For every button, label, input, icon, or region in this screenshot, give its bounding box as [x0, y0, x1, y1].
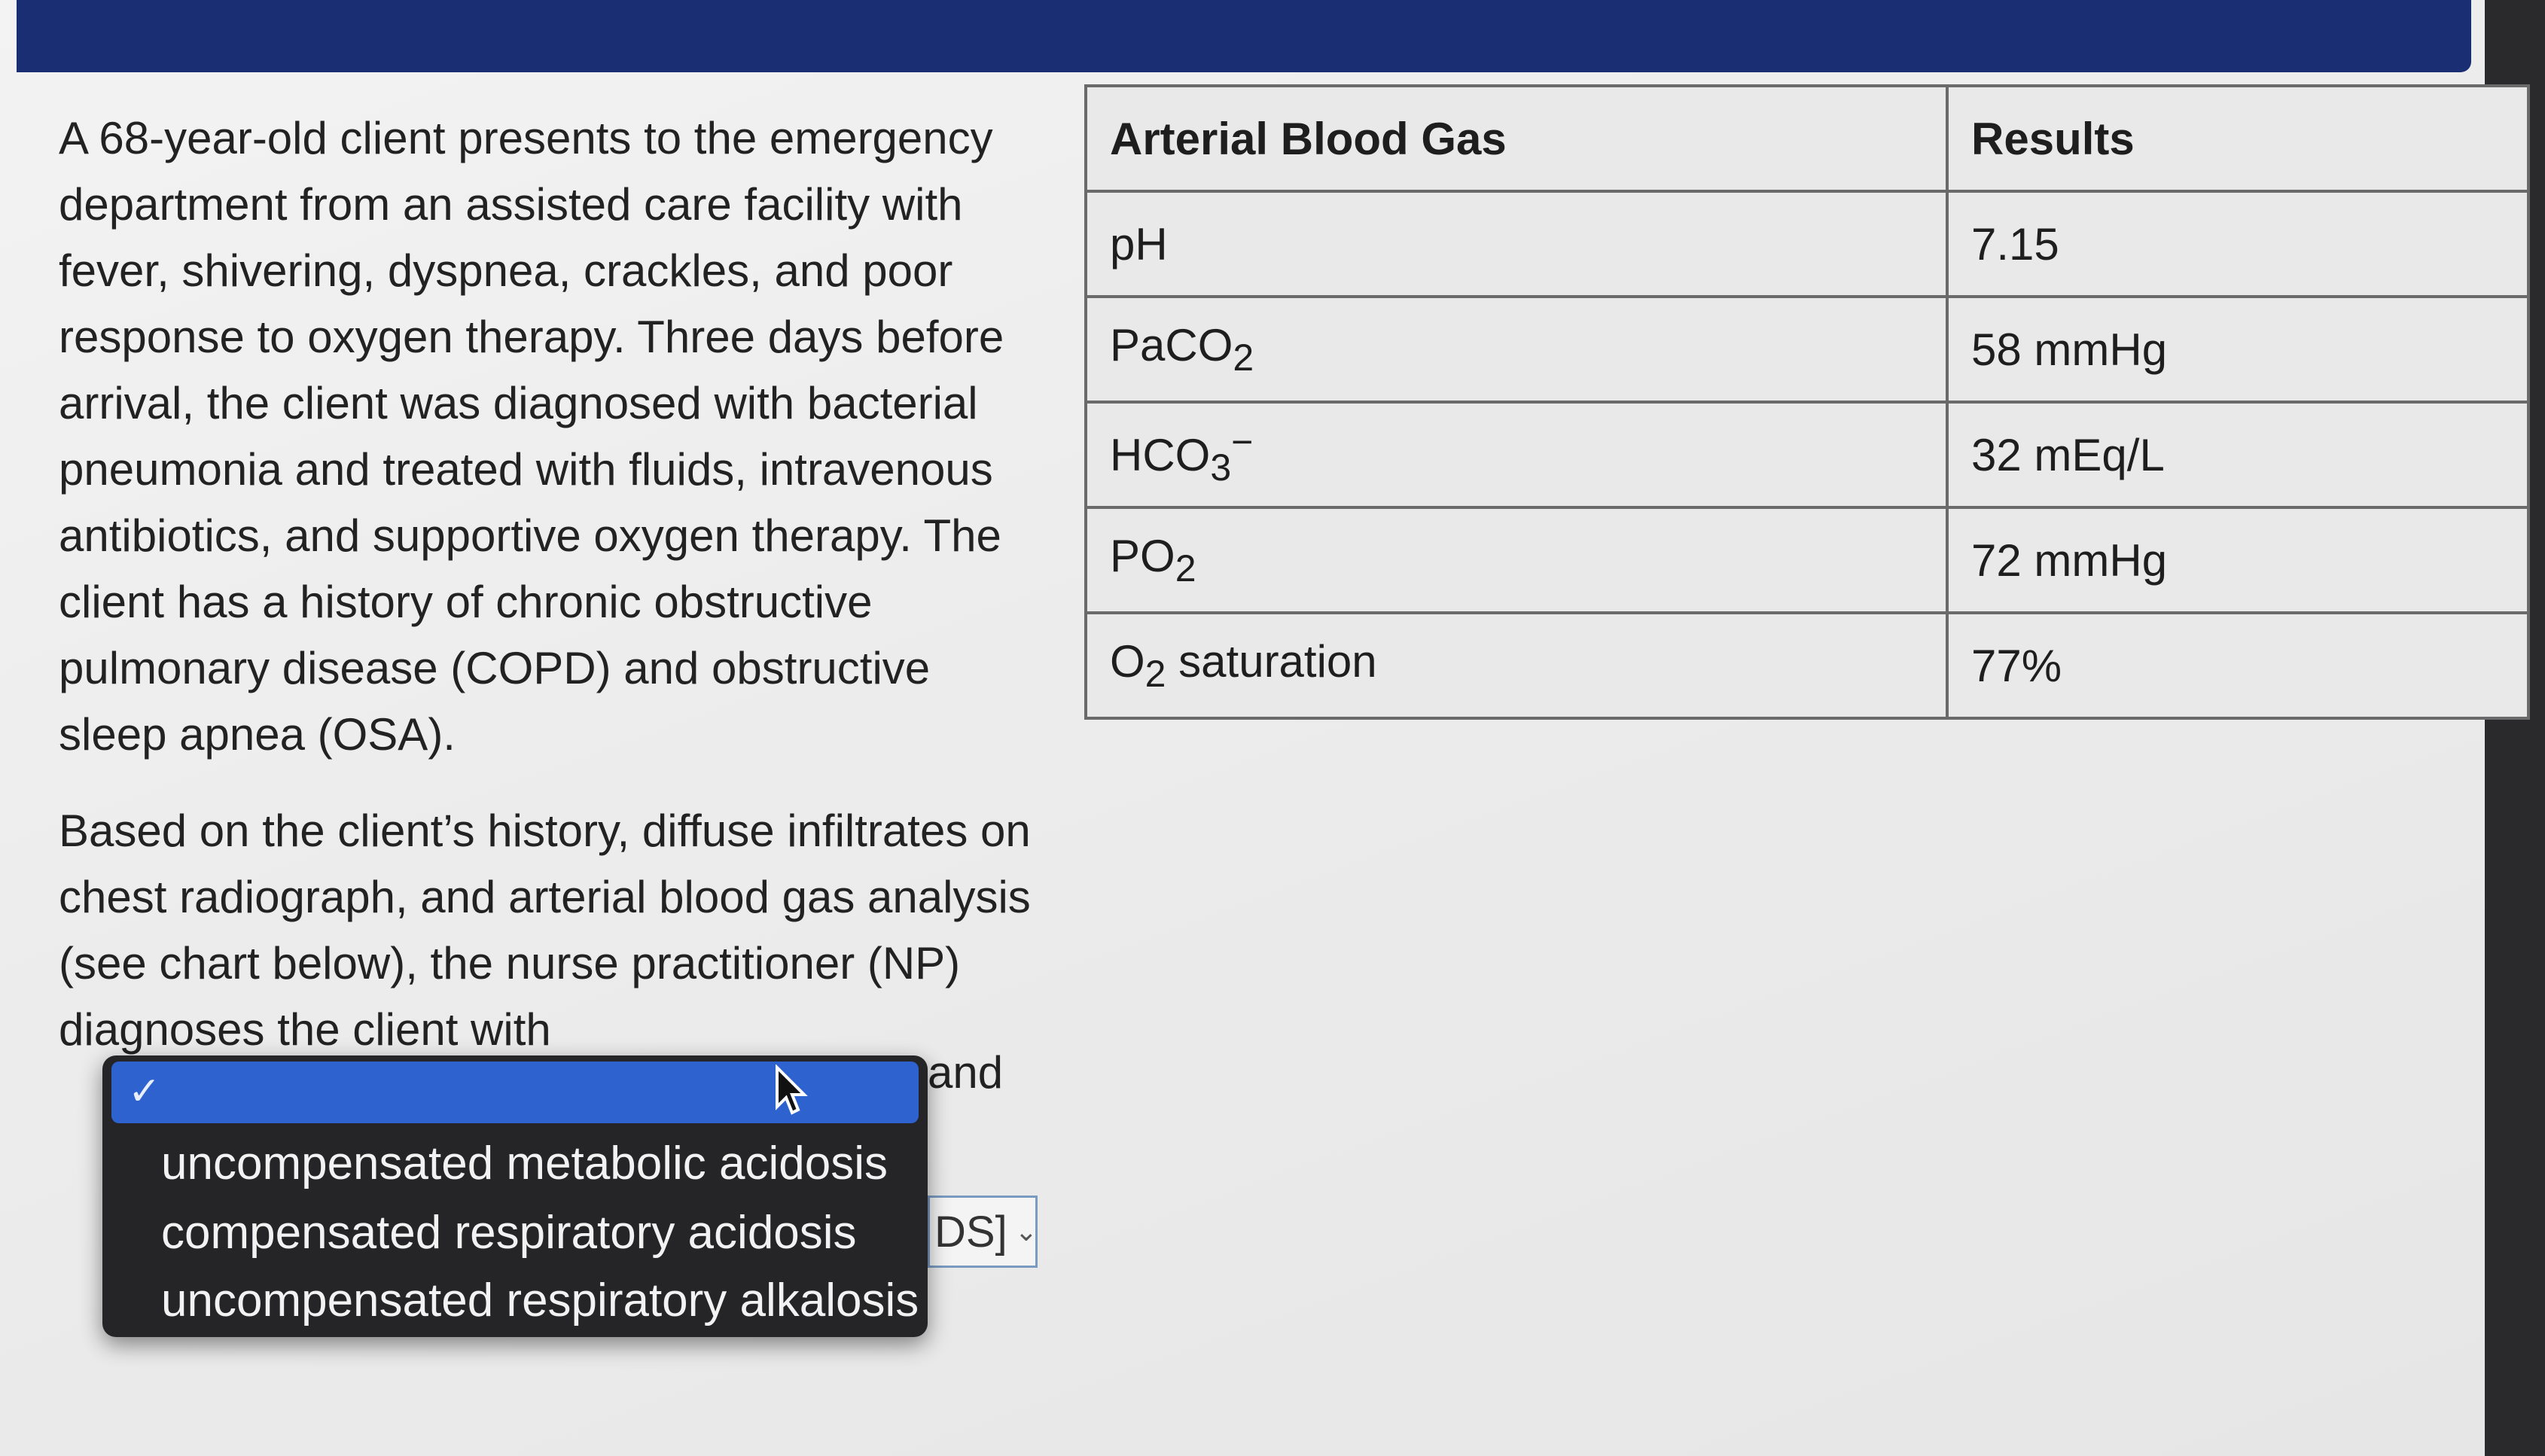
test-name: pH — [1084, 190, 1949, 298]
case-paragraph: A 68-year-old client presents to the eme… — [59, 113, 1004, 760]
dropdown-option-blank-selected[interactable]: ✓ — [111, 1062, 919, 1123]
second-answer-select[interactable]: DS] ⌄ — [928, 1196, 1038, 1268]
column-header-test: Arterial Blood Gas — [1084, 84, 1949, 193]
answer-dropdown-menu: ✓ uncompensated metabolic acidosis compe… — [102, 1055, 928, 1337]
test-result: 32 mEq/L — [1946, 401, 2530, 509]
test-result: 72 mmHg — [1946, 506, 2530, 614]
table-row: PaCO2 58 mmHg — [1084, 295, 2530, 404]
header-banner — [17, 0, 2471, 72]
test-result: 7.15 — [1946, 190, 2530, 298]
chevron-down-icon: ⌄ — [1014, 1216, 1038, 1247]
question-passage: A 68-year-old client presents to the eme… — [59, 105, 1038, 1093]
mouse-pointer-icon — [776, 1065, 808, 1115]
screen: A 68-year-old client presents to the eme… — [0, 0, 2530, 1456]
dropdown-option[interactable]: uncompensated respiratory alkalosis — [161, 1274, 919, 1327]
table-row: pH 7.15 — [1084, 190, 2530, 298]
abg-table: Arterial Blood Gas Results pH 7.15 PaCO2… — [1084, 84, 2530, 720]
connector-text: and — [928, 1047, 1004, 1098]
column-header-results: Results — [1946, 84, 2530, 193]
test-name: HCO3− — [1084, 401, 1949, 509]
test-name: PO2 — [1084, 506, 1949, 614]
test-result: 58 mmHg — [1946, 295, 2530, 404]
select-value: DS] — [934, 1207, 1007, 1256]
dropdown-option[interactable]: compensated respiratory acidosis — [161, 1206, 857, 1260]
table-row: HCO3− 32 mEq/L — [1084, 401, 2530, 509]
dropdown-option[interactable]: uncompensated metabolic acidosis — [161, 1137, 888, 1190]
table-header-row: Arterial Blood Gas Results — [1084, 84, 2530, 193]
test-name: PaCO2 — [1084, 295, 1949, 404]
test-result: 77% — [1946, 611, 2530, 720]
diagnosis-prompt: Based on the client’s history, diffuse i… — [59, 806, 1031, 1055]
checkmark-icon: ✓ — [128, 1070, 161, 1113]
table-row: PO2 72 mmHg — [1084, 506, 2530, 614]
test-name: O2 saturation — [1084, 611, 1949, 720]
table-row: O2 saturation 77% — [1084, 611, 2530, 720]
